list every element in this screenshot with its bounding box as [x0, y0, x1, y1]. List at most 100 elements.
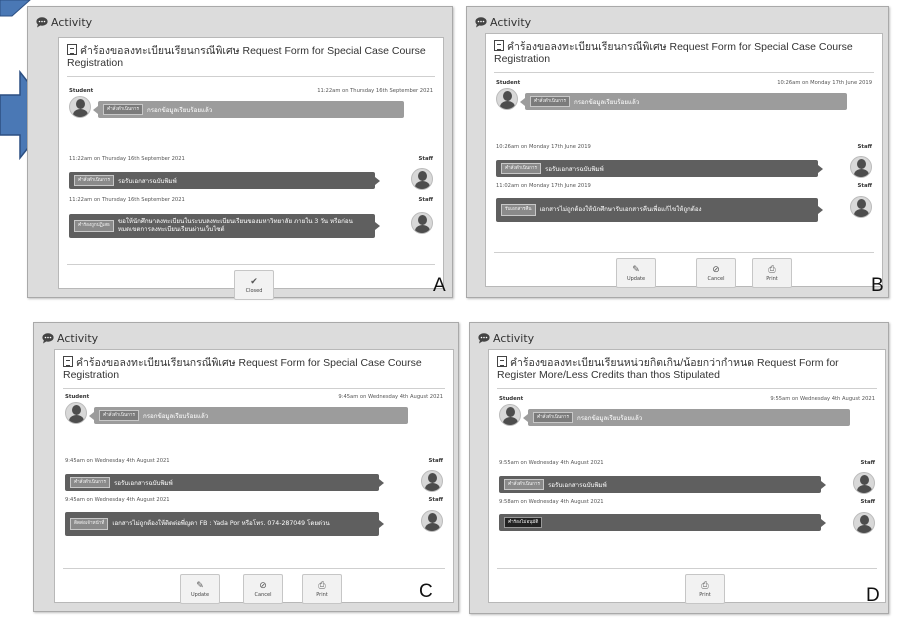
activity-header: Activity: [478, 329, 534, 347]
bubble-pointer: [821, 519, 826, 527]
student-label-text: Student: [499, 396, 524, 402]
student-avatar: [65, 402, 87, 424]
staff-message: คำร้องถูกปฏิเสธ ขอให้นักศึกษาลงทะเบียนในร…: [69, 214, 375, 238]
status-tag: คำสั่งดำเนินการ: [501, 163, 541, 174]
panel-letter: D: [866, 585, 880, 606]
message-text: กรอกข้อมูลเรียบร้อยแล้ว: [142, 412, 209, 420]
request-title-text: คำร้องขอลงทะเบียนเรียนหน่วยกิตเกิน/น้อยก…: [497, 357, 839, 381]
student-message: คำสั่งดำเนินการ กรอกข้อมูลเรียบร้อยแล้ว: [94, 407, 408, 424]
staff-avatar: [853, 472, 875, 494]
staff-label: Staff: [861, 460, 875, 466]
staff-timestamp: 11:22am on Thursday 16th September 2021: [69, 197, 185, 203]
message-text: รอรับเอกสารฉบับพิมพ์: [117, 177, 177, 185]
staff-label: Staff: [858, 144, 872, 150]
update-button[interactable]: ✎ Update: [616, 258, 656, 288]
message-text: เอกสารไม่ถูกต้องให้ติดต่อพี่ญดา FB : Yad…: [112, 520, 330, 527]
student-label-text: Student: [65, 394, 90, 400]
print-button[interactable]: ⎙ Print: [685, 574, 725, 604]
activity-header: Activity: [36, 13, 92, 31]
staff-label: Staff: [429, 458, 443, 464]
button-label: Closed: [245, 287, 263, 294]
request-title: คำร้องขอลงทะเบียนเรียนกรณีพิเศษ Request …: [67, 44, 435, 69]
activity-panel-a: Activity คำร้องขอลงทะเบียนเรียนกรณีพิเศษ …: [27, 6, 453, 300]
cancel-button[interactable]: ⊘ Cancel: [243, 574, 283, 604]
request-title-text: คำร้องขอลงทะเบียนเรียนกรณีพิเศษ Request …: [67, 45, 426, 69]
staff-label-text: Staff: [857, 144, 872, 150]
printer-icon: ⎙: [701, 580, 709, 591]
student-timestamp: 9:55am on Wednesday 4th August 2021: [770, 396, 875, 402]
student-message: คำสั่งดำเนินการ กรอกข้อมูลเรียบร้อยแล้ว: [525, 93, 847, 110]
staff-avatar: [850, 196, 872, 218]
chat-bubble-icon: [475, 16, 487, 27]
staff-message: คำสั่งดำเนินการ รอรับเอกสารฉบับพิมพ์: [499, 476, 821, 493]
bubble-pointer: [379, 520, 384, 528]
staff-label-text: Staff: [860, 460, 875, 466]
status-tag: คำร้องไม่อนุมัติ: [504, 517, 543, 528]
student-label: Student: [496, 80, 520, 86]
print-button[interactable]: ⎙ Print: [302, 574, 342, 604]
request-card: คำร้องขอลงทะเบียนเรียนกรณีพิเศษ Request …: [58, 37, 444, 300]
staff-avatar: [421, 470, 443, 492]
staff-label-text: Staff: [860, 499, 875, 505]
staff-avatar: [411, 168, 433, 190]
staff-message: ติดต่อเจ้าหน้าที่ เอกสารไม่ถูกต้องให้ติดต…: [65, 512, 379, 536]
request-title: คำร้องขอลงทะเบียนเรียนหน่วยกิตเกิน/น้อยก…: [497, 356, 877, 381]
staff-timestamp: 10:26am on Monday 17th June 2019: [496, 144, 591, 150]
cancel-button[interactable]: ⊘ Cancel: [696, 258, 736, 288]
staff-label-text: Staff: [428, 458, 443, 464]
status-tag: คำสั่งดำเนินการ: [99, 410, 139, 421]
bubble-pointer: [821, 481, 826, 489]
staff-timestamp: 11:22am on Thursday 16th September 2021: [69, 156, 185, 162]
activity-panel-d: Activity คำร้องขอลงทะเบียนเรียนหน่วยกิตเก…: [469, 322, 889, 614]
activity-label: Activity: [57, 331, 99, 345]
staff-avatar: [853, 512, 875, 534]
request-title: คำร้องขอลงทะเบียนเรียนกรณีพิเศษ Request …: [63, 356, 445, 381]
closed-button[interactable]: ✔ Closed: [234, 270, 274, 300]
printer-icon: ⎙: [318, 580, 326, 591]
student-label-text: Student: [69, 88, 94, 94]
status-tag: รับเอกสารคืน: [501, 204, 536, 216]
request-title-text: คำร้องขอลงทะเบียนเรียนกรณีพิเศษ Request …: [494, 41, 853, 65]
print-button[interactable]: ⎙ Print: [752, 258, 792, 288]
divider: [67, 76, 435, 77]
activity-panel-b: Activity คำร้องขอลงทะเบียนเรียนกรณีพิเศษ …: [466, 6, 889, 298]
activity-header: Activity: [42, 329, 98, 347]
status-tag: ติดต่อเจ้าหน้าที่: [70, 518, 109, 530]
activity-label: Activity: [51, 15, 93, 29]
staff-label-text: Staff: [857, 183, 872, 189]
staff-label: Staff: [419, 197, 433, 203]
staff-label-text: Staff: [428, 497, 443, 503]
activity-label: Activity: [493, 331, 535, 345]
divider: [63, 388, 445, 389]
status-tag: คำร้องถูกปฏิเสธ: [74, 220, 114, 232]
student-message: คำสั่งดำเนินการ กรอกข้อมูลเรียบร้อยแล้ว: [528, 409, 850, 426]
divider: [494, 252, 874, 253]
message-text: รอรับเอกสารฉบับพิมพ์: [113, 479, 173, 487]
status-tag: คำสั่งดำเนินการ: [530, 96, 570, 107]
update-button[interactable]: ✎ Update: [180, 574, 220, 604]
student-avatar: [69, 96, 91, 118]
panel-letter: C: [419, 581, 433, 602]
staff-timestamp: 11:02am on Monday 17th June 2019: [496, 183, 591, 189]
pencil-icon: ✎: [632, 264, 640, 275]
document-icon: [63, 356, 73, 367]
student-label: Student: [499, 396, 523, 402]
staff-timestamp: 9:45am on Wednesday 4th August 2021: [65, 497, 170, 503]
chat-bubble-icon: [478, 332, 490, 343]
status-tag: คำสั่งดำเนินการ: [504, 479, 544, 490]
staff-timestamp: 9:58am on Wednesday 4th August 2021: [499, 499, 604, 505]
student-label: Student: [69, 88, 93, 94]
button-label: Print: [316, 591, 328, 598]
button-label: Print: [699, 591, 711, 598]
student-timestamp: 10:26am on Monday 17th June 2019: [777, 80, 872, 86]
status-tag: คำสั่งดำเนินการ: [533, 412, 573, 423]
staff-label: Staff: [858, 183, 872, 189]
button-label: Cancel: [254, 591, 272, 598]
message-text: กรอกข้อมูลเรียบร้อยแล้ว: [576, 414, 643, 422]
staff-label-text: Staff: [418, 156, 433, 162]
divider: [497, 568, 877, 569]
status-tag: คำสั่งดำเนินการ: [74, 175, 114, 186]
student-avatar: [496, 88, 518, 110]
bubble-pointer: [375, 177, 380, 185]
check-circle-icon: ✔: [250, 276, 258, 287]
